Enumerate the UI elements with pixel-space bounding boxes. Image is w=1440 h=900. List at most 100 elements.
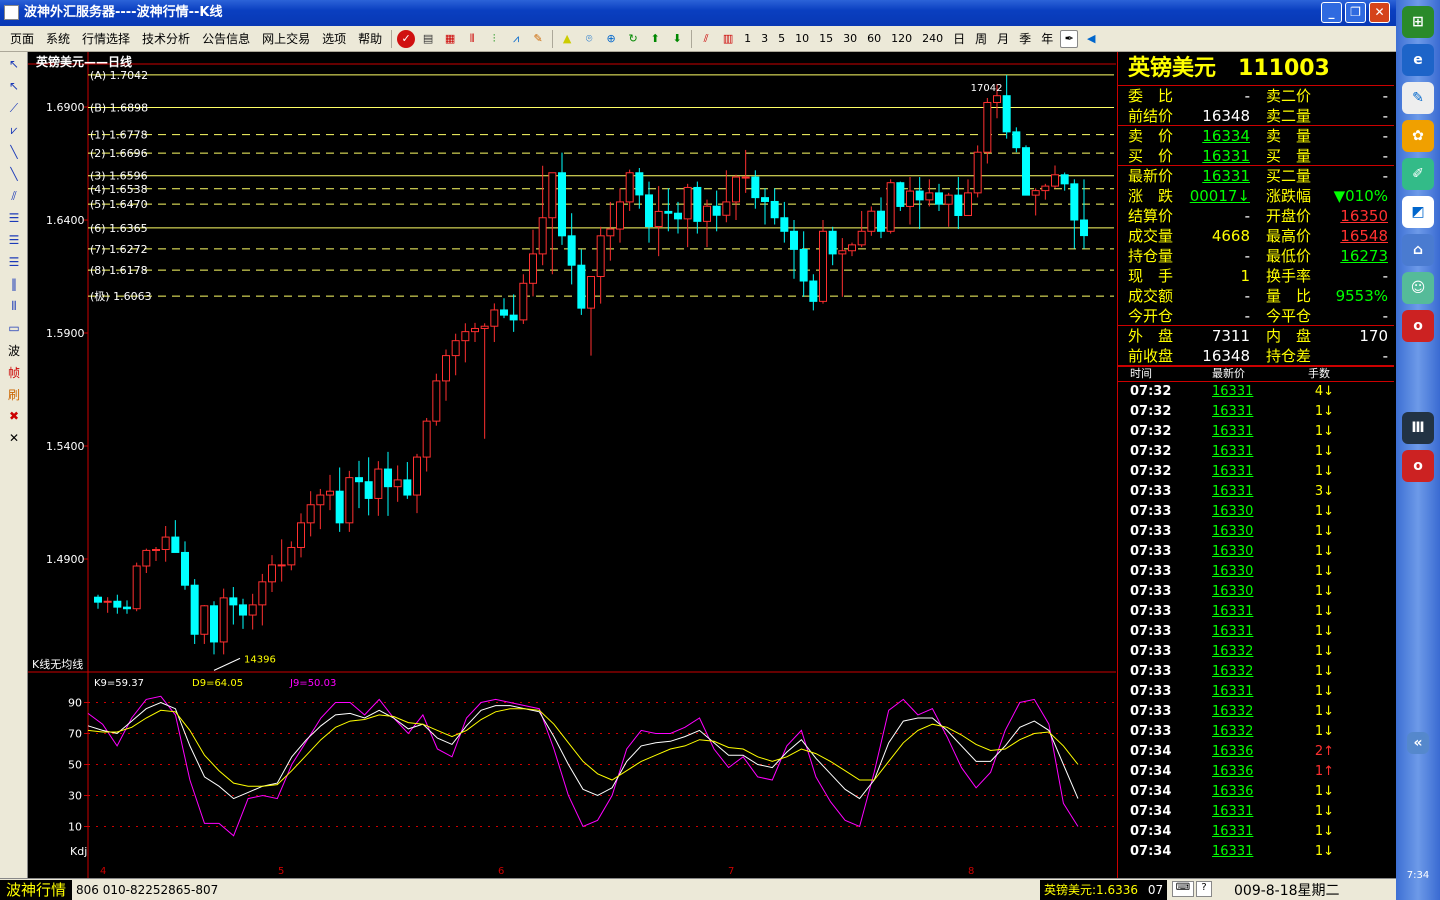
menu-options[interactable]: 选项 [316,30,352,47]
tick-row[interactable]: 07:32 16331 1↓ [1118,462,1394,482]
tick-row[interactable]: 07:34 16336 1↓ [1118,782,1394,802]
period-10[interactable]: 10 [790,32,814,45]
period-60[interactable]: 60 [862,32,886,45]
checker-icon[interactable]: ◩ [1402,196,1434,228]
bars-icon[interactable]: ▥ [719,30,737,48]
tick-row[interactable]: 07:33 16331 1↓ [1118,602,1394,622]
tick-row[interactable]: 07:34 16336 1↑ [1118,762,1394,782]
tick-row[interactable]: 07:34 16331 1↓ [1118,822,1394,842]
tick-row[interactable]: 07:33 16331 3↓ [1118,482,1394,502]
period-month[interactable]: 月 [992,30,1014,47]
arrow-down-icon[interactable]: ⬇ [668,30,686,48]
cursor-icon[interactable]: ↖ [3,76,25,96]
ie-icon[interactable]: e [1402,44,1434,76]
tick-row[interactable]: 07:34 16331 1↓ [1118,842,1394,862]
period-day[interactable]: 日 [948,30,970,47]
indicator-icon[interactable]: ⫽ [697,30,715,48]
tick-row[interactable]: 07:33 16330 1↓ [1118,522,1394,542]
grid-icon[interactable]: ▦ [441,30,459,48]
period-week[interactable]: 周 [970,30,992,47]
tick-row[interactable]: 07:33 16332 1↓ [1118,722,1394,742]
wave-tool[interactable]: 波 [3,340,25,360]
tick-row[interactable]: 07:32 16331 1↓ [1118,442,1394,462]
keyboard-icon[interactable]: ⌨ [1172,881,1194,897]
tray-expand-icon[interactable]: « [1407,732,1429,754]
kline-chart[interactable]: 英镑美元——日线 (A) 1.7042 (B) 1.6898 (1) 1.6778 (… [28,52,1116,878]
tick-row[interactable]: 07:34 16331 1↓ [1118,802,1394,822]
channel-icon[interactable]: ⫽ [3,186,25,206]
compose-icon[interactable]: ✎ [1402,82,1434,114]
document-icon[interactable]: ▤ [419,30,437,48]
menu-quote-select[interactable]: 行情选择 [76,30,136,47]
period-season[interactable]: 季 [1014,30,1036,47]
tick-row[interactable]: 07:33 16330 1↓ [1118,542,1394,562]
tick-row[interactable]: 07:33 16330 1↓ [1118,582,1394,602]
bar-chart-icon[interactable]: ⫶ [485,30,503,48]
period-120[interactable]: 120 [886,32,917,45]
maximize-button[interactable]: ❐ [1345,2,1366,23]
kline-chart-panel[interactable]: 英镑美元——日线 (A) 1.7042 (B) 1.6898 (1) 1.6778 (… [28,52,1116,878]
menu-tech-analysis[interactable]: 技术分析 [136,30,196,47]
menu-announcements[interactable]: 公告信息 [196,30,256,47]
trendline-icon[interactable]: ⟋ [3,98,25,118]
windows-logo-icon[interactable]: ⊞ [1402,6,1434,38]
tick-row[interactable]: 07:33 16332 1↓ [1118,642,1394,662]
tick-row[interactable]: 07:33 16332 1↓ [1118,662,1394,682]
network-icon[interactable]: ⌂ [1402,234,1434,266]
odl-icon[interactable]: o [1402,310,1434,342]
menu-help[interactable]: 帮助 [352,30,388,47]
triangle-icon[interactable]: ▲ [558,30,576,48]
fan-icon[interactable]: ⩗ [3,120,25,140]
pen-icon[interactable]: ✎ [529,30,547,48]
erase-icon[interactable]: ✖ [3,406,25,426]
binoculars-icon[interactable]: ⌾ [580,30,598,48]
rectangle-icon[interactable]: ▭ [3,318,25,338]
close-button[interactable]: ✕ [1369,2,1390,23]
pencil-cup-icon[interactable]: ✐ [1402,158,1434,190]
minimize-button[interactable]: _ [1321,2,1342,23]
help-icon[interactable]: ? [1196,881,1212,897]
tick-row[interactable]: 07:32 16331 4↓ [1118,382,1394,402]
refresh-icon[interactable]: ↻ [624,30,642,48]
tick-row[interactable]: 07:33 16330 1↓ [1118,502,1394,522]
fib-icon[interactable]: ☰ [3,208,25,228]
flower-icon[interactable]: ✿ [1402,120,1434,152]
draw-pen-icon[interactable]: ✒ [1060,29,1079,48]
tick-row[interactable]: 07:33 16330 1↓ [1118,562,1394,582]
tick-row[interactable]: 07:33 16332 1↓ [1118,702,1394,722]
tick-row[interactable]: 07:32 16331 1↓ [1118,402,1394,422]
vlines-icon[interactable]: ‖ [3,274,25,294]
line-icon[interactable]: ╲ [3,142,25,162]
checkmark-icon[interactable]: ✓ [397,29,416,48]
ticks-list[interactable]: 07:32 16331 4↓ 07:32 16331 1↓ 07:32 16331 1↓ 07:3… [1118,382,1394,862]
period-30[interactable]: 30 [838,32,862,45]
period-240[interactable]: 240 [917,32,948,45]
delete-icon[interactable]: ✕ [3,428,25,448]
arrow-up-icon[interactable]: ⬆ [646,30,664,48]
users-icon[interactable]: ☺ [1402,272,1434,304]
back-arrow-icon[interactable]: ◀ [1082,30,1100,48]
tick-row[interactable]: 07:33 16331 1↓ [1118,682,1394,702]
menu-online-trade[interactable]: 网上交易 [256,30,316,47]
frame-tool[interactable]: 帧 [3,362,25,382]
period-3[interactable]: 3 [756,32,773,45]
odl-task-icon[interactable]: o [1402,450,1434,482]
tick-row[interactable]: 07:32 16331 1↓ [1118,422,1394,442]
ray-icon[interactable]: ╲ [3,164,25,184]
cycle-icon[interactable]: ⦀ [3,296,25,316]
brush-tool[interactable]: 刷 [3,384,25,404]
zoom-icon[interactable]: ⊕ [602,30,620,48]
period-year[interactable]: 年 [1036,30,1058,47]
menu-page[interactable]: 页面 [4,30,40,47]
candle-icon[interactable]: ⫴ [463,30,481,48]
line-chart-icon[interactable]: ⩘ [507,30,525,48]
period-15[interactable]: 15 [814,32,838,45]
app-task-icon[interactable]: Ⅲ [1402,412,1434,444]
hlines-icon[interactable]: ☰ [3,252,25,272]
levels-icon[interactable]: ☰ [3,230,25,250]
arrow-select-icon[interactable]: ↖ [3,54,25,74]
menu-system[interactable]: 系统 [40,30,76,47]
period-1[interactable]: 1 [739,32,756,45]
period-5[interactable]: 5 [773,32,790,45]
tick-row[interactable]: 07:33 16331 1↓ [1118,622,1394,642]
